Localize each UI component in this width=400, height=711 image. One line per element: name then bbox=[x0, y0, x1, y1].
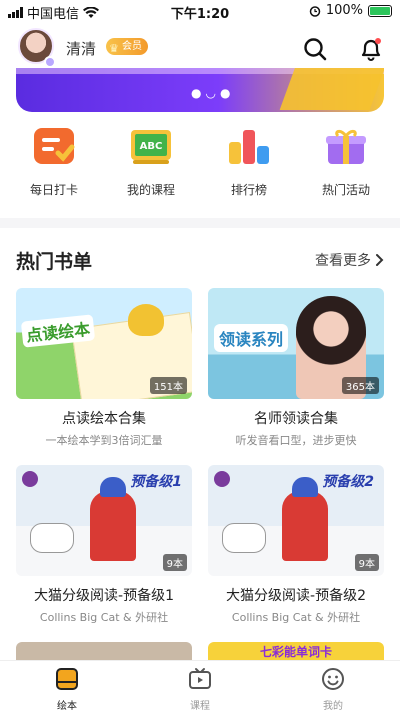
book-count-badge: 9本 bbox=[162, 554, 187, 571]
book-card[interactable]: 预备级1 9本 大猫分级阅读-预备级1 Collins Big Cat & 外研… bbox=[16, 465, 192, 625]
category-hot-events[interactable]: 热门活动 bbox=[306, 126, 386, 198]
tab-label: 绘本 bbox=[57, 701, 77, 711]
abc-board-icon: ABC bbox=[131, 130, 171, 164]
section-title: 热门书单 bbox=[16, 251, 93, 273]
child-illustration bbox=[90, 477, 136, 561]
category-label: 热门活动 bbox=[321, 183, 370, 197]
big-cat-logo bbox=[22, 471, 38, 487]
book-subtitle: 一本绘本学到3倍词汇量 bbox=[45, 434, 163, 447]
honey-pot-illustration bbox=[128, 304, 164, 336]
book-count-badge: 365本 bbox=[341, 377, 379, 394]
book-title: 点读绘本合集 bbox=[62, 411, 146, 427]
child-illustration bbox=[282, 477, 328, 561]
search-icon[interactable] bbox=[302, 36, 328, 62]
tab-picture-books[interactable]: 绘本 bbox=[37, 667, 97, 711]
promo-banner[interactable]: ●◡● bbox=[16, 68, 384, 112]
book-cover: 预备级1 9本 bbox=[16, 465, 192, 576]
banner-gift-graphic bbox=[279, 68, 384, 110]
book-cover: 预备级2 9本 bbox=[208, 465, 384, 576]
book-card-partial[interactable]: 七彩能单词卡 bbox=[208, 642, 384, 660]
svg-text:ABC: ABC bbox=[140, 141, 163, 152]
tv-play-icon bbox=[189, 668, 211, 689]
vip-badge[interactable]: ♛ 会员 bbox=[106, 38, 148, 55]
gift-icon bbox=[326, 129, 366, 164]
banner-mascot-icon: ●◡● bbox=[191, 86, 235, 100]
bell-icon[interactable] bbox=[358, 36, 384, 62]
category-label: 排行榜 bbox=[230, 183, 267, 197]
book-subtitle: Collins Big Cat & 外研社 bbox=[39, 611, 169, 624]
status-bar: 中国电信 下午1:20 100% bbox=[0, 0, 400, 22]
smiley-icon bbox=[322, 668, 344, 690]
vip-label: 会员 bbox=[122, 41, 142, 52]
tab-label: 我的 bbox=[323, 701, 343, 711]
checkin-icon bbox=[34, 128, 75, 164]
category-grid: 每日打卡 ABC 我的课程 排行榜 热门活动 bbox=[0, 126, 400, 200]
battery-percent: 100% bbox=[325, 3, 363, 18]
dog-illustration bbox=[30, 523, 74, 553]
book-title: 名师领读合集 bbox=[254, 411, 338, 427]
tab-me[interactable]: 我的 bbox=[303, 667, 363, 711]
cover-title: 领读系列 bbox=[214, 324, 289, 352]
crown-icon: ♛ bbox=[109, 42, 119, 55]
book-subtitle: Collins Big Cat & 外研社 bbox=[231, 611, 361, 624]
see-more-label: 查看更多 bbox=[315, 253, 371, 269]
category-label: 每日打卡 bbox=[29, 183, 78, 197]
book-subtitle: 听发音看口型，进步更快 bbox=[235, 434, 357, 447]
book-title: 大猫分级阅读-预备级2 bbox=[226, 588, 366, 604]
section-divider bbox=[0, 218, 400, 228]
book-card[interactable]: 领读系列 365本 名师领读合集 听发音看口型，进步更快 bbox=[208, 288, 384, 448]
book-card[interactable]: 预备级2 9本 大猫分级阅读-预备级2 Collins Big Cat & 外研… bbox=[208, 465, 384, 625]
book-card-partial[interactable] bbox=[16, 642, 192, 660]
top-header: 清清 ♛ 会员 bbox=[0, 24, 400, 68]
battery-icon bbox=[368, 4, 392, 17]
bottom-tab-bar: 绘本 课程 我的 bbox=[0, 660, 400, 711]
book-card[interactable]: 点读绘本 151本 点读绘本合集 一本绘本学到3倍词汇量 bbox=[16, 288, 192, 448]
book-cover: 领读系列 365本 bbox=[208, 288, 384, 399]
avatar-badge-icon bbox=[44, 56, 56, 68]
tab-label: 课程 bbox=[190, 701, 210, 711]
category-label: 我的课程 bbox=[126, 183, 175, 197]
book-count-badge: 151本 bbox=[149, 377, 187, 394]
book-cover: 点读绘本 151本 bbox=[16, 288, 192, 399]
category-ranking[interactable]: 排行榜 bbox=[209, 126, 289, 198]
alarm-icon bbox=[309, 5, 321, 17]
tab-courses[interactable]: 课程 bbox=[170, 667, 230, 711]
category-checkin[interactable]: 每日打卡 bbox=[14, 126, 94, 198]
ranking-icon bbox=[229, 130, 269, 164]
book-title: 大猫分级阅读-预备级1 bbox=[34, 588, 174, 604]
big-cat-logo bbox=[214, 471, 230, 487]
cover-title: 预备级1 bbox=[130, 474, 182, 490]
dog-illustration bbox=[222, 523, 266, 553]
chevron-right-icon bbox=[376, 254, 384, 266]
username[interactable]: 清清 bbox=[66, 38, 96, 59]
category-my-courses[interactable]: ABC 我的课程 bbox=[111, 126, 191, 198]
book-count-badge: 9本 bbox=[354, 554, 379, 571]
cover-title: 预备级2 bbox=[322, 474, 374, 490]
see-more-link[interactable]: 查看更多 bbox=[315, 250, 384, 270]
book-icon bbox=[56, 668, 78, 690]
